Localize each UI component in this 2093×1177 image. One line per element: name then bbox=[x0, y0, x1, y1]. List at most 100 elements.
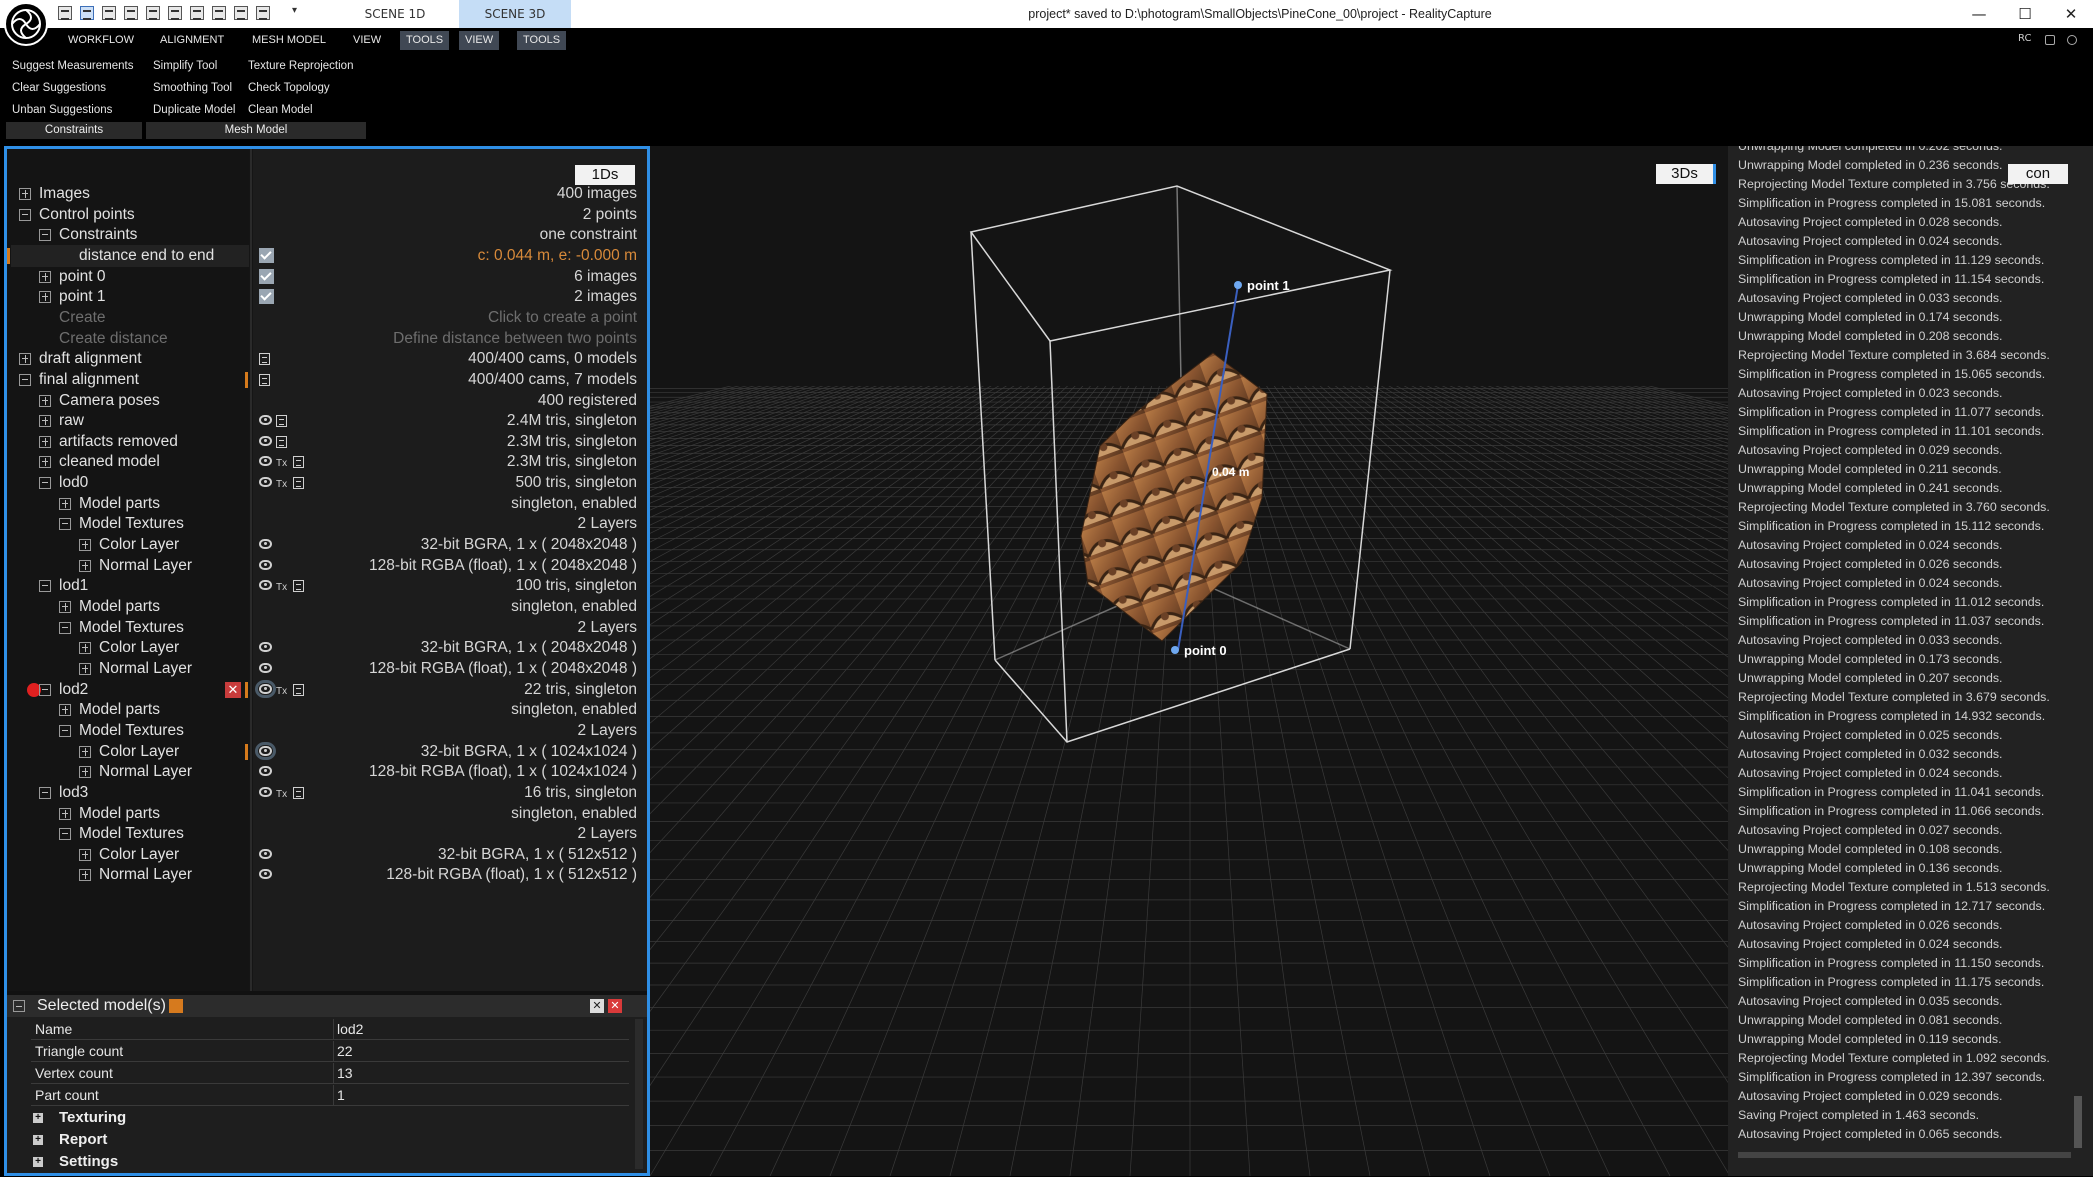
mesh-icon[interactable] bbox=[293, 456, 304, 469]
expand-icon[interactable] bbox=[59, 601, 71, 613]
scene-3d-viewport[interactable]: point 1 point 0 0.04 m 3Ds bbox=[650, 146, 1728, 1176]
collapse-icon[interactable] bbox=[19, 373, 31, 386]
layout-1-icon[interactable] bbox=[58, 6, 72, 20]
tree-row[interactable]: Model parts singleton, enabled bbox=[7, 699, 647, 721]
expand-icon[interactable] bbox=[79, 662, 91, 675]
tree-row[interactable]: Images 400 images bbox=[7, 183, 647, 205]
mesh-icon[interactable] bbox=[276, 415, 287, 428]
tree-item-label[interactable]: Color Layer bbox=[99, 741, 179, 763]
expand-icon[interactable]: + bbox=[33, 1135, 43, 1145]
tree-item-label[interactable]: lod1 bbox=[59, 575, 88, 597]
visibility-eye-icon[interactable] bbox=[259, 642, 272, 653]
checkbox-icon[interactable] bbox=[259, 289, 274, 305]
visibility-eye-icon[interactable] bbox=[259, 477, 272, 488]
point-0-marker[interactable] bbox=[1171, 646, 1179, 654]
mesh-icon[interactable] bbox=[276, 435, 287, 448]
mesh-icon[interactable] bbox=[259, 353, 270, 366]
layout-7-icon[interactable] bbox=[190, 6, 204, 20]
tree-row[interactable]: Model Textures 2 Layers bbox=[7, 823, 647, 845]
tree-item-label[interactable]: Images bbox=[39, 183, 90, 205]
expand-icon[interactable] bbox=[39, 270, 51, 283]
checkbox-icon[interactable] bbox=[259, 247, 274, 263]
visibility-eye-icon[interactable] bbox=[259, 580, 272, 591]
help-icon[interactable] bbox=[2067, 35, 2077, 45]
expand-icon[interactable] bbox=[79, 766, 91, 779]
tree-row[interactable]: Normal Layer 128-bit RGBA (float), 1 x ( … bbox=[7, 864, 647, 886]
expand-icon[interactable]: + bbox=[33, 1113, 43, 1123]
menu-mesh-model[interactable]: MESH MODEL bbox=[246, 31, 332, 50]
maximize-button[interactable]: ☐ bbox=[2002, 0, 2048, 28]
tree-item-label[interactable]: Model Textures bbox=[79, 823, 184, 845]
tree-item-label[interactable]: Color Layer bbox=[99, 637, 179, 659]
mesh-icon[interactable] bbox=[293, 580, 304, 593]
pin-icon[interactable] bbox=[169, 999, 183, 1013]
tree-row[interactable]: Color Layer 32-bit BGRA, 1 x ( 512x512 ) bbox=[7, 844, 647, 866]
expand-icon[interactable] bbox=[59, 704, 71, 717]
tree-row[interactable]: Normal Layer 128-bit RGBA (float), 1 x ( … bbox=[7, 761, 647, 783]
tree-row[interactable]: lod2 ✕ Tx 22 tris, singleton bbox=[7, 679, 647, 701]
tree-item-label[interactable]: Create bbox=[59, 307, 106, 329]
collapse-icon[interactable] bbox=[39, 580, 51, 593]
tree-item-label[interactable]: Normal Layer bbox=[99, 864, 192, 886]
duplicate-model-button[interactable]: Duplicate Model bbox=[153, 104, 235, 116]
tree-row[interactable]: Color Layer 32-bit BGRA, 1 x ( 1024x1024 … bbox=[7, 741, 647, 763]
layout-5-icon[interactable] bbox=[146, 6, 160, 20]
app-logo-icon[interactable] bbox=[4, 2, 48, 46]
expand-icon[interactable] bbox=[39, 435, 51, 448]
document-icon[interactable] bbox=[2045, 35, 2055, 45]
collapse-icon[interactable] bbox=[59, 621, 71, 634]
tree-row[interactable]: Model parts singleton, enabled bbox=[7, 493, 647, 515]
tree-item-label[interactable]: Model parts bbox=[79, 803, 160, 825]
texture-reprojection-button[interactable]: Texture Reprojection bbox=[248, 60, 353, 72]
expand-icon[interactable] bbox=[59, 807, 71, 820]
expand-icon[interactable] bbox=[39, 456, 51, 469]
tree-row[interactable]: point 0 6 images bbox=[7, 266, 647, 288]
section-settings[interactable]: + Settings bbox=[31, 1151, 629, 1173]
expand-icon[interactable] bbox=[79, 848, 91, 861]
tree-item-label[interactable]: Color Layer bbox=[99, 844, 179, 866]
visibility-eye-icon[interactable] bbox=[259, 786, 272, 797]
smoothing-tool-button[interactable]: Smoothing Tool bbox=[153, 82, 232, 94]
tree-row[interactable]: Create distance Define distance between t… bbox=[7, 328, 647, 350]
visibility-eye-icon[interactable] bbox=[259, 415, 272, 426]
tree-row[interactable]: Camera poses 400 registered bbox=[7, 390, 647, 412]
close-window-button[interactable]: ✕ bbox=[2048, 0, 2093, 28]
visibility-eye-icon[interactable] bbox=[259, 435, 272, 446]
property-value[interactable]: lod2 bbox=[337, 1019, 363, 1040]
check-topology-button[interactable]: Check Topology bbox=[248, 82, 330, 94]
collapse-icon[interactable] bbox=[19, 208, 31, 221]
tree-row[interactable]: cleaned model Tx 2.3M tris, singleton bbox=[7, 451, 647, 473]
tree-row[interactable]: Control points 2 points bbox=[7, 204, 647, 226]
tab-scene-3d[interactable]: SCENE 3D bbox=[459, 0, 571, 28]
tree-item-label[interactable]: Create distance bbox=[59, 328, 168, 350]
tree-row[interactable]: distance end to end c: 0.044 m, e: -0.000… bbox=[7, 244, 647, 267]
tree-row[interactable]: Normal Layer 128-bit RGBA (float), 1 x ( … bbox=[7, 555, 647, 577]
section-texturing[interactable]: + Texturing bbox=[31, 1107, 629, 1129]
collapse-icon[interactable] bbox=[39, 229, 51, 242]
tree-row[interactable]: Model parts singleton, enabled bbox=[7, 803, 647, 825]
tree-row[interactable]: point 1 2 images bbox=[7, 286, 647, 308]
tree-item-label[interactable]: draft alignment bbox=[39, 348, 142, 370]
tree-item-label[interactable]: artifacts removed bbox=[59, 431, 178, 453]
section-report[interactable]: + Report bbox=[31, 1129, 629, 1151]
collapse-icon[interactable] bbox=[59, 828, 71, 841]
tree-item-label[interactable]: Model Textures bbox=[79, 513, 184, 535]
tree-item-label[interactable]: Camera poses bbox=[59, 390, 160, 412]
menu-tools[interactable]: TOOLS bbox=[400, 31, 450, 50]
tree-item-label[interactable]: Model parts bbox=[79, 596, 160, 618]
tree-item-label[interactable]: cleaned model bbox=[59, 451, 160, 473]
mesh-icon[interactable] bbox=[293, 477, 304, 490]
undo-icon[interactable] bbox=[234, 6, 248, 20]
collapse-icon[interactable] bbox=[59, 518, 71, 531]
tree-row[interactable]: final alignment 400/400 cams, 7 models bbox=[7, 369, 647, 391]
tree-item-label[interactable]: point 0 bbox=[59, 266, 106, 288]
collapse-icon[interactable] bbox=[13, 1000, 25, 1012]
clean-model-button[interactable]: Clean Model bbox=[248, 104, 313, 116]
tree-item-label[interactable]: Model parts bbox=[79, 699, 160, 721]
expand-icon[interactable]: + bbox=[33, 1157, 43, 1167]
checkbox-icon[interactable] bbox=[259, 268, 274, 284]
close-panel-icon[interactable]: ✕ bbox=[608, 999, 622, 1013]
tab-scene-1d[interactable]: SCENE 1D bbox=[330, 0, 460, 28]
console-horizontal-scrollbar[interactable] bbox=[1738, 1152, 2071, 1158]
redo-icon[interactable] bbox=[256, 6, 270, 20]
